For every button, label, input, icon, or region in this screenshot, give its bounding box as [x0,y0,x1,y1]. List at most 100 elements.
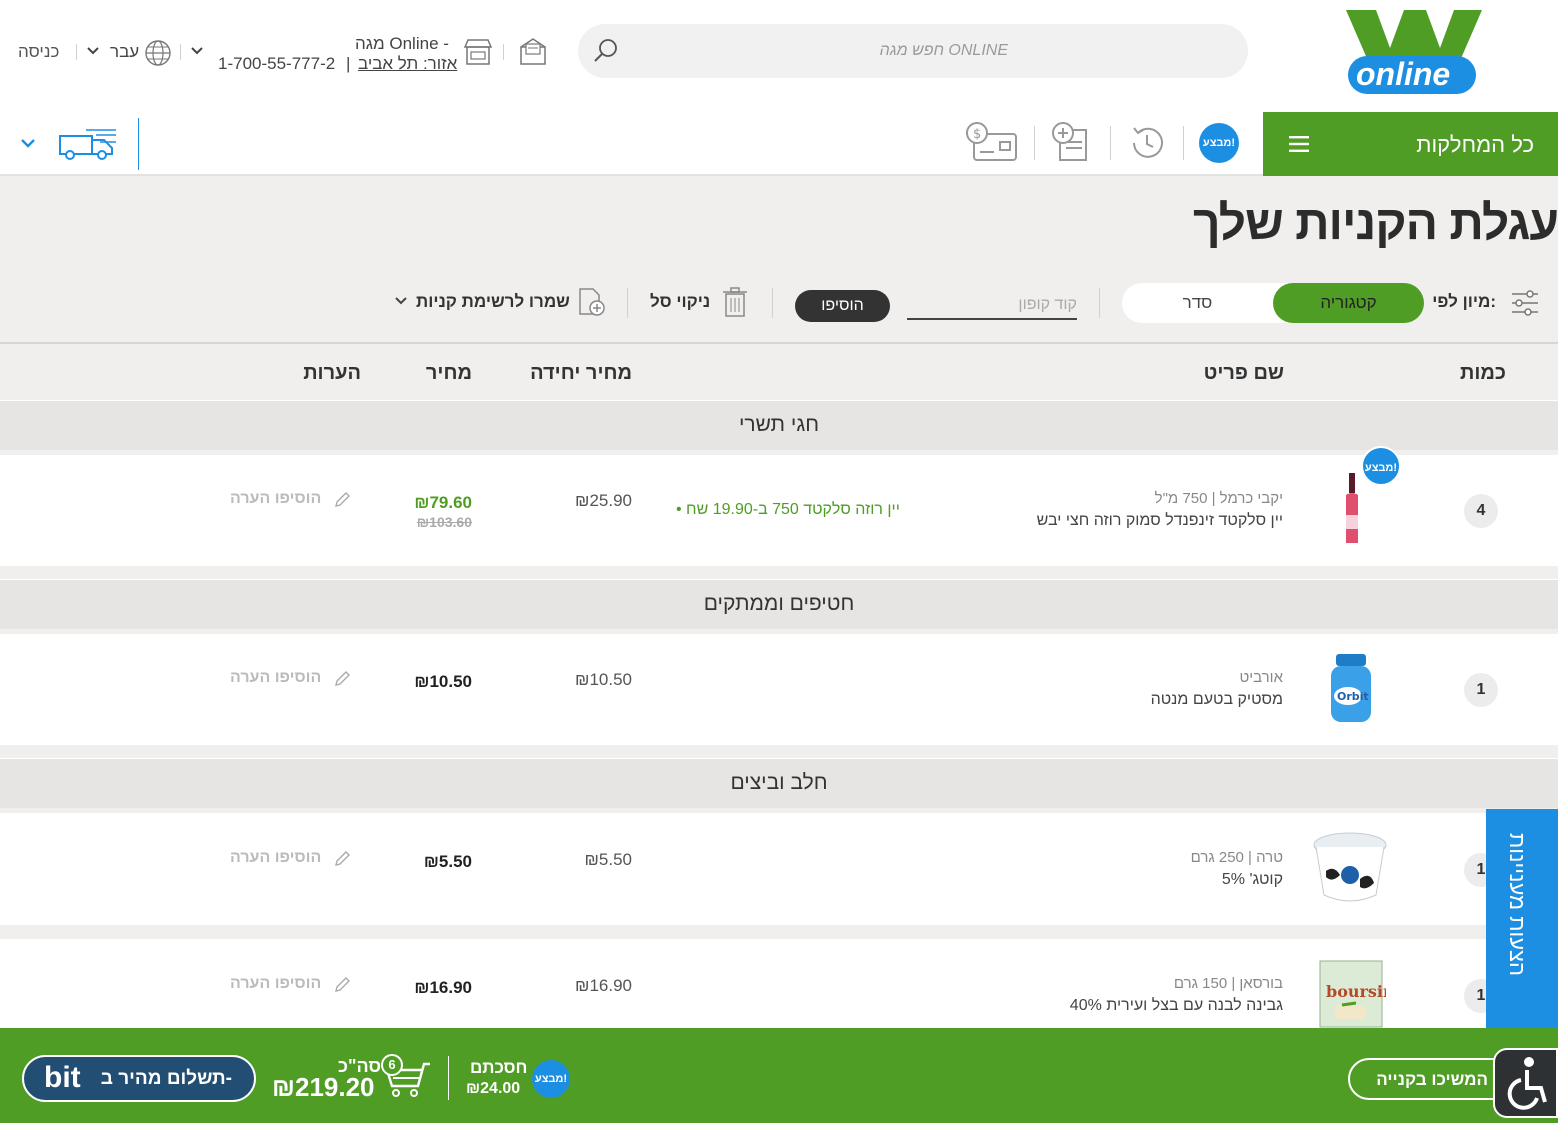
sort-label: מיון לפי: [1432,292,1496,311]
item-unit-price: ₪5.50 [584,850,632,869]
item-brand: בורסאן | 150 גרם [1173,975,1283,992]
store-icon[interactable] [462,37,494,67]
pencil-icon[interactable] [333,850,351,868]
divider [1110,126,1111,160]
wine-bottle-image[interactable] [1338,473,1366,545]
wheelchair-icon [1507,1057,1547,1110]
chevron-down-icon[interactable] [20,138,36,150]
divider [503,44,504,60]
item-brand: טרה | 250 גרם [1190,849,1283,866]
item-price: ₪5.50 [423,852,472,871]
total-value: ₪219.20 [272,1072,375,1102]
deals-badge: מבצע! [532,1060,570,1098]
add-note-button[interactable]: הוסיפו הערה [230,975,321,993]
search-input[interactable]: חפש מגה ONLINE [578,24,1248,78]
page-title: עגלת הקניות שלך [1192,197,1558,250]
deal-badge: מבצע! [1361,446,1401,486]
item-unit-price: ₪25.90 [575,491,632,510]
accessibility-button[interactable] [1493,1048,1558,1118]
hamburger-menu-icon [1289,136,1309,152]
cottage-cheese-image[interactable] [1312,831,1388,905]
add-coupon-button[interactable]: הוסיפו [795,290,890,322]
site-logo[interactable]: online [1346,10,1482,96]
add-note-button[interactable]: הוסיפו הערה [230,849,321,867]
chevron-down-icon[interactable] [394,296,408,306]
all-departments-button[interactable]: כל המחלקות [1263,112,1558,176]
pencil-icon[interactable] [333,491,351,509]
coupon-input[interactable]: קוד קופון [907,288,1077,320]
bit-pay-button[interactable]: תשלום מהיר ב- bit [22,1055,256,1102]
interesting-offers-tab[interactable]: הצעות מעניינות [1486,809,1558,1028]
chevron-down-icon[interactable] [86,46,100,56]
boursin-cheese-image[interactable]: boursin [1316,957,1386,1028]
envelope-icon[interactable] [518,37,548,67]
sort-by-category-button[interactable]: קטגוריה [1273,283,1424,323]
sort-by-order-button[interactable]: סדר [1122,283,1273,323]
item-promo[interactable]: • יין רוזה סלקטד 750 ב-19.90 שח [676,501,900,519]
store-phone[interactable]: 1-700-55-777-2 [218,54,335,74]
column-header-name: שם פריט [1203,362,1284,384]
item-name[interactable]: גבינה לבנה עם בצל ועירית 40% [1070,997,1283,1015]
table-row: 1 טרה | 250 גרם קוטג' 5% ₪5.50 ₪5.50 הוס… [0,813,1558,925]
divider [138,118,139,170]
continue-shopping-label: המשיכו בקנייה [1376,1070,1488,1089]
divider-text: | [346,54,351,73]
column-header-notes: הערות [303,362,361,384]
chevron-down-icon[interactable] [190,46,204,56]
coupon-placeholder: קוד קופון [1018,296,1077,313]
save-to-list-button[interactable]: שמרו לרשימת קניות [416,292,570,312]
divider [180,44,181,60]
column-header-unit-price: מחיר יחידה [530,362,632,384]
column-header-qty: כמות [1460,362,1506,384]
saved-value: ₪24.00 [466,1080,521,1097]
deals-badge[interactable]: מבצע! [1199,123,1239,163]
add-list-icon[interactable] [1050,120,1094,164]
divider [1034,126,1035,160]
sort-toggle: קטגוריה סדר [1122,283,1424,323]
search-icon[interactable] [592,37,620,65]
quantity-stepper[interactable]: 1 [1464,673,1498,707]
filter-sliders-icon[interactable] [1510,290,1540,316]
column-header-price: מחיר [425,362,472,384]
divider [627,288,628,318]
item-name[interactable]: מסטיק בטעם מנטה [1151,691,1283,709]
history-icon[interactable] [1126,122,1168,164]
divider [448,1056,449,1100]
logo-text: online [1356,56,1451,92]
item-unit-price: ₪16.90 [575,976,632,995]
payment-card-icon[interactable]: $ [964,120,1018,164]
bit-logo: bit [44,1061,81,1094]
pencil-icon[interactable] [333,976,351,994]
category-header: חגי תשרי [0,400,1558,450]
checkout-bar: המשיכו בקנייה מבצע! חסכתם ₪24.00 6 סה"כ … [0,1028,1558,1123]
svg-text:boursin: boursin [1326,982,1386,1001]
clean-cart-button[interactable]: ניקוי סל [650,292,710,312]
divider [772,288,773,318]
svg-text:$: $ [973,127,981,142]
pencil-icon[interactable] [333,670,351,688]
delivery-truck-icon[interactable] [56,126,118,160]
category-title: חגי תשרי [738,413,820,436]
saved-label: חסכתם [470,1058,528,1077]
trash-icon[interactable] [722,286,748,318]
add-note-button[interactable]: הוסיפו הערה [230,669,321,687]
quantity-stepper[interactable]: 4 [1464,494,1498,528]
store-area-link[interactable]: אזור: תל אביב [358,54,457,74]
table-row: 4 מבצע! יקבי כרמל | 750 מ"ל יין סלקטד זי… [0,446,1558,566]
globe-icon[interactable] [144,39,172,67]
search-placeholder: חפש מגה ONLINE [879,42,1008,59]
language-select[interactable]: עבר [110,42,139,62]
item-name[interactable]: יין סלקטד זינפנדל סמוק רוזה חצי יבש [1037,512,1283,530]
item-name[interactable]: קוטג' 5% [1222,871,1283,889]
add-to-list-icon[interactable] [577,286,607,318]
category-header: חטיפים וממתקים [0,579,1558,629]
login-link[interactable]: כניסה [18,42,59,62]
category-title: חטיפים וממתקים [703,592,855,615]
add-note-button[interactable]: הוסיפו הערה [230,490,321,508]
item-old-price: ₪103.60 [416,514,472,530]
category-header: חלב וביצים [0,758,1558,808]
side-tab-label: הצעות מעניינות [1505,833,1530,976]
item-price: ₪79.60 [414,493,472,512]
gum-jar-image[interactable]: Orbit [1328,652,1374,724]
store-name: מגה Online - [355,34,449,53]
